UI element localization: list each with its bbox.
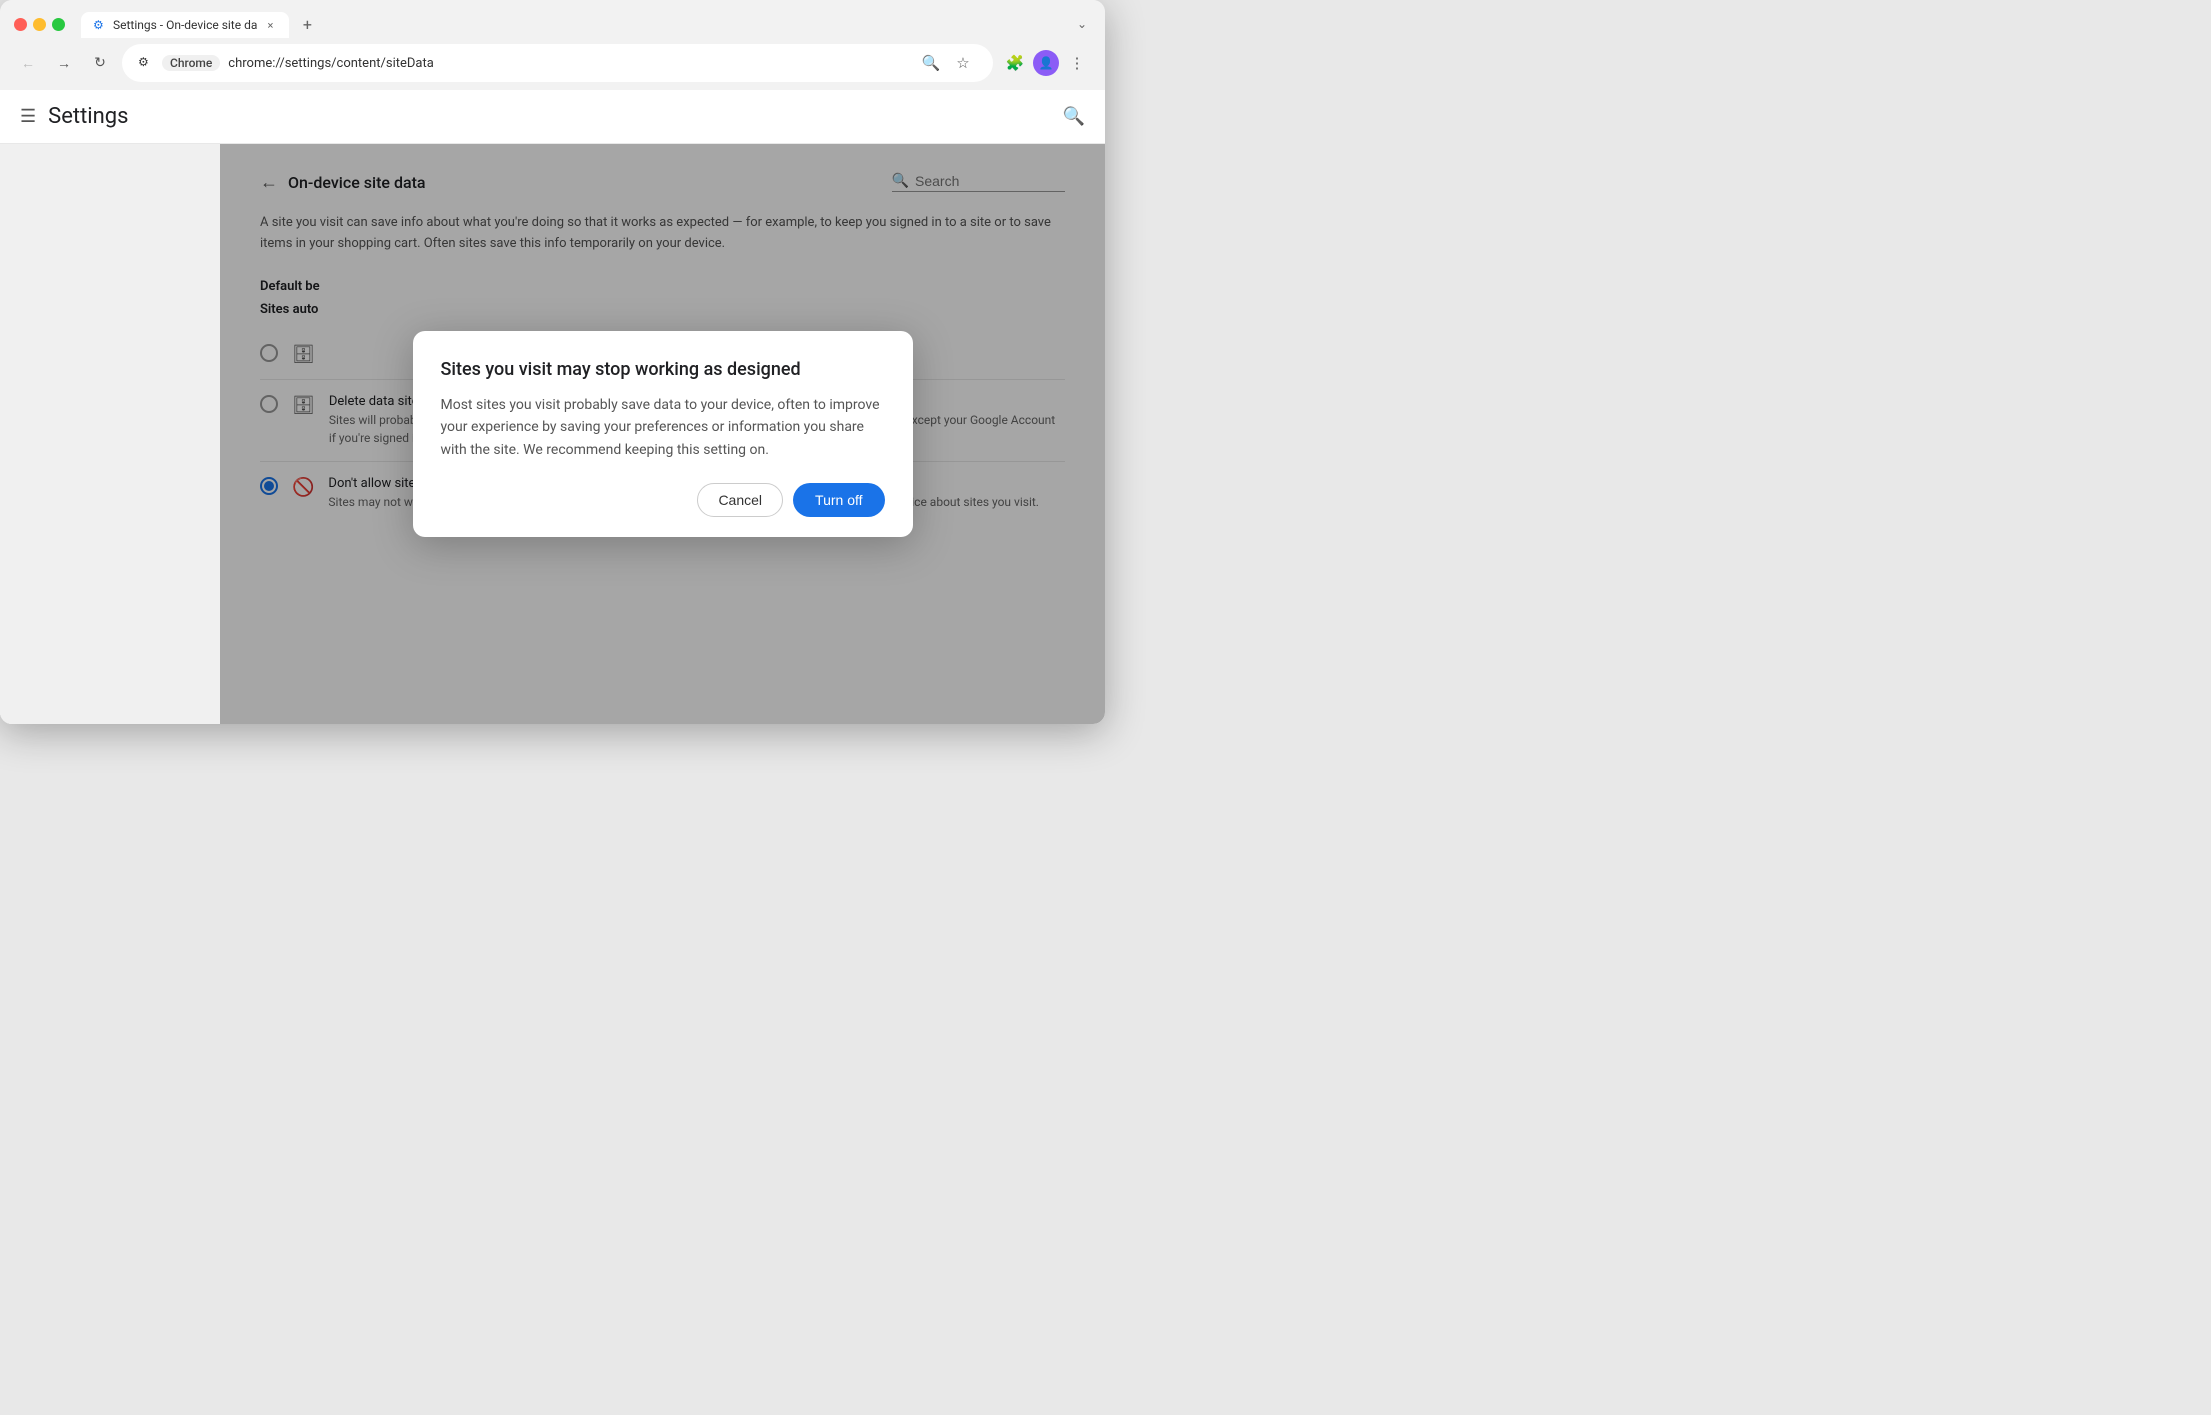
dialog-title: Sites you visit may stop working as desi… [441,359,885,380]
traffic-lights [14,18,65,31]
tab-close-button[interactable]: × [263,18,277,32]
settings-body: ← On-device site data 🔍 A site you visit… [0,144,1105,724]
chrome-badge: Chrome [162,55,220,71]
forward-arrow-icon: → [57,55,71,72]
tab-dropdown-button[interactable]: ⌄ [1077,17,1087,31]
address-action-icons: 🔍 ☆ [917,49,977,77]
turn-off-button[interactable]: Turn off [793,483,884,517]
tabs-area: ⚙ Settings - On-device site da × + [81,10,1069,38]
zoom-icon[interactable]: 🔍 [917,49,945,77]
dialog-body: Most sites you visit probably save data … [441,394,885,461]
modal-overlay: Sites you visit may stop working as desi… [220,144,1105,724]
settings-header: ☰ Settings 🔍 [0,90,1105,144]
back-arrow-icon: ← [21,55,35,72]
address-field[interactable]: ⚙ Chrome chrome://settings/content/siteD… [122,44,993,82]
extensions-icon[interactable]: 🧩 [1001,49,1029,77]
address-url-text: chrome://settings/content/siteData [228,56,909,71]
bookmark-icon[interactable]: ☆ [949,49,977,77]
title-bar: ⚙ Settings - On-device site da × + ⌄ [0,0,1105,38]
close-window-button[interactable] [14,18,27,31]
settings-page: ☰ Settings 🔍 ← On-device site data 🔍 [0,90,1105,724]
maximize-window-button[interactable] [52,18,65,31]
address-bar: ← → ↻ ⚙ Chrome chrome://settings/content… [0,38,1105,90]
new-tab-button[interactable]: + [293,10,321,38]
tab-favicon-icon: ⚙ [93,18,107,32]
browser-window: ⚙ Settings - On-device site da × + ⌄ ← →… [0,0,1105,724]
active-tab[interactable]: ⚙ Settings - On-device site da × [81,12,289,38]
refresh-icon: ↻ [94,55,106,71]
confirmation-dialog: Sites you visit may stop working as desi… [413,331,913,537]
settings-search-icon[interactable]: 🔍 [1063,106,1085,127]
forward-button[interactable]: → [50,49,78,77]
user-avatar[interactable]: 👤 [1033,50,1059,76]
settings-page-title: Settings [48,104,1050,129]
settings-content: ← On-device site data 🔍 A site you visit… [220,144,1105,724]
refresh-button[interactable]: ↻ [86,49,114,77]
minimize-window-button[interactable] [33,18,46,31]
cancel-button[interactable]: Cancel [697,483,783,517]
hamburger-menu-button[interactable]: ☰ [20,106,36,127]
browser-action-buttons: 🧩 👤 ⋮ [1001,49,1091,77]
menu-icon[interactable]: ⋮ [1063,49,1091,77]
dialog-actions: Cancel Turn off [441,483,885,517]
address-favicon-icon: ⚙ [138,55,154,71]
settings-sidebar [0,144,220,724]
back-button[interactable]: ← [14,49,42,77]
tab-title-label: Settings - On-device site da [113,18,257,32]
